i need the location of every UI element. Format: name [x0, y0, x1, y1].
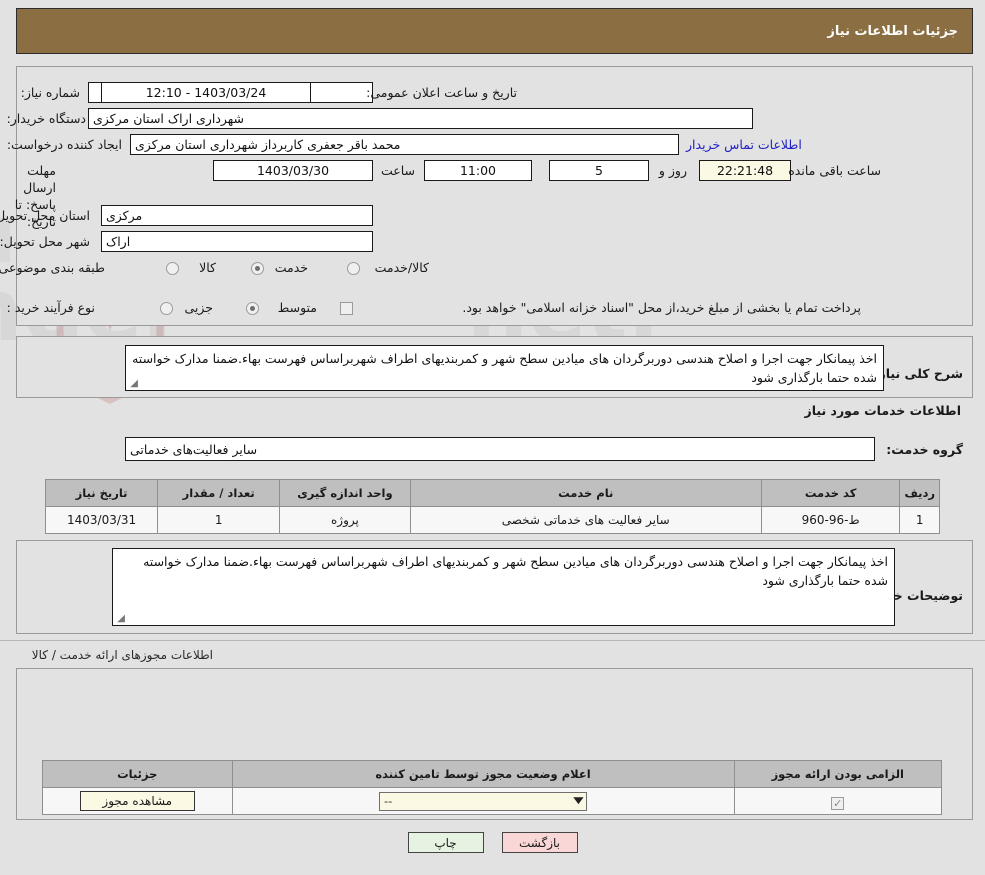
radio-process-jozei[interactable]: [160, 302, 173, 315]
radio-process-jozei-label: جزیی: [184, 300, 213, 315]
radio-category-kala-khedmat[interactable]: [347, 262, 360, 275]
radio-category-khedmat[interactable]: [251, 262, 264, 275]
remaining-clock-label: ساعت باقی مانده: [788, 163, 881, 178]
need-number-label: شماره نیاز:: [20, 85, 80, 100]
section-divider: [0, 640, 985, 641]
cell-service-code: ط-96-960: [760, 506, 901, 534]
cell-unit: پروژه: [279, 506, 411, 534]
deadline-time-label: ساعت: [380, 163, 415, 178]
col-license-status: اعلام وضعیت مجوز توسط تامین کننده: [231, 760, 735, 788]
announce-datetime-label: تاریخ و ساعت اعلان عمومی:: [366, 85, 517, 100]
col-row: ردیف: [899, 479, 940, 507]
cell-license-details: مشاهده مجوز: [42, 787, 233, 815]
province-label: استان محل تحویل:: [0, 208, 90, 223]
tender-details-page: AriaTender .net AriaTender.net جزئیات اط…: [0, 0, 985, 875]
process-label: نوع فرآیند خرید :: [6, 300, 95, 315]
table-row: 1 ط-96-960 سایر فعالیت های خدماتی شخصی پ…: [44, 506, 940, 534]
col-license-details: جزئیات: [42, 760, 233, 788]
city-field: اراک: [101, 231, 373, 252]
col-quantity: تعداد / مقدار: [157, 479, 281, 507]
col-service-name: نام خدمت: [409, 479, 762, 507]
footer-button-bar: بازگشت چاپ: [0, 832, 985, 853]
cell-quantity: 1: [157, 506, 281, 534]
remaining-days-label: روز و: [658, 163, 687, 178]
radio-category-kala-label: کالا: [199, 260, 216, 275]
resize-grip-icon[interactable]: ◢: [115, 614, 125, 624]
category-label: طبقه بندی موضوعی:: [0, 260, 105, 275]
radio-process-motevaset-label: متوسط: [277, 300, 317, 315]
page-title: جزئیات اطلاعات نیاز: [827, 23, 958, 39]
deadline-time-field: 11:00: [424, 160, 532, 181]
col-license-required: الزامی بودن ارائه مجوز: [733, 760, 943, 788]
need-description-label: شرح کلی نیاز:: [873, 366, 963, 381]
services-section-title: اطلاعات خدمات مورد نیاز: [804, 403, 962, 418]
buyer-org-field: شهرداری اراک استان مرکزی: [88, 108, 753, 129]
back-button[interactable]: بازگشت: [501, 832, 578, 853]
announce-datetime-field: 1403/03/24 - 12:10: [101, 82, 311, 103]
licenses-section-title: اطلاعات مجوزهای ارائه خدمت / کالا: [31, 648, 213, 662]
treasury-checkbox-label: پرداخت تمام یا بخشی از مبلغ خرید،از محل …: [462, 300, 861, 315]
remaining-clock-field: 22:21:48: [699, 160, 791, 181]
need-description-text: اخذ پیمانکار جهت اجرا و اصلاح هندسی دورب…: [132, 351, 877, 386]
remaining-days-field: 5: [549, 160, 649, 181]
treasury-checkbox[interactable]: [340, 302, 353, 315]
buyer-notes-textarea[interactable]: اخذ پیمانکار جهت اجرا و اصلاح هندسی دورب…: [112, 548, 895, 626]
city-label: شهر محل تحویل:: [0, 234, 90, 249]
col-unit: واحد اندازه گیری: [279, 479, 411, 507]
deadline-date-field: 1403/03/30: [213, 160, 373, 181]
license-required-checkbox: ✓: [831, 797, 845, 810]
radio-category-kala[interactable]: [166, 262, 179, 275]
col-need-date: تاریخ نیاز: [44, 479, 159, 507]
province-field: مرکزی: [101, 205, 373, 226]
radio-process-motevaset[interactable]: [246, 302, 259, 315]
buyer-notes-text: اخذ پیمانکار جهت اجرا و اصلاح هندسی دورب…: [143, 554, 888, 589]
licenses-table-header-row: الزامی بودن ارائه مجوز اعلام وضعیت مجوز …: [42, 760, 943, 788]
radio-category-kala-khedmat-label: کالا/خدمت: [374, 260, 429, 275]
services-table-header-row: ردیف کد خدمت نام خدمت واحد اندازه گیری ت…: [44, 479, 940, 507]
view-license-button[interactable]: مشاهده مجوز: [79, 791, 195, 811]
buyer-contact-link[interactable]: اطلاعات تماس خریدار: [686, 137, 802, 152]
print-button[interactable]: چاپ: [407, 832, 484, 853]
cell-row: 1: [899, 506, 940, 534]
license-status-select[interactable]: ▼ --: [379, 791, 588, 811]
services-table: ردیف کد خدمت نام خدمت واحد اندازه گیری ت…: [44, 479, 940, 534]
resize-grip-icon[interactable]: ◢: [128, 379, 138, 389]
radio-category-khedmat-label: خدمت: [274, 260, 308, 275]
cell-need-date: 1403/03/31: [44, 506, 159, 534]
cell-license-status: ▼ --: [231, 787, 735, 815]
summary-panel: [16, 66, 973, 326]
page-header-bar: جزئیات اطلاعات نیاز: [16, 8, 973, 54]
cell-license-required: ✓: [733, 787, 943, 815]
need-description-textarea[interactable]: اخذ پیمانکار جهت اجرا و اصلاح هندسی دورب…: [125, 345, 884, 391]
license-status-value: --: [384, 794, 393, 808]
service-group-field: سایر فعالیت‌های خدماتی: [125, 437, 875, 461]
chevron-down-icon: ▼: [573, 796, 584, 806]
cell-service-name: سایر فعالیت های خدماتی شخصی: [409, 506, 762, 534]
table-row: ✓ ▼ -- مشاهده مجوز: [42, 787, 943, 815]
col-service-code: کد خدمت: [760, 479, 901, 507]
requester-label: ایجاد کننده درخواست:: [6, 137, 122, 152]
service-group-label: گروه خدمت:: [886, 442, 963, 457]
licenses-table: الزامی بودن ارائه مجوز اعلام وضعیت مجوز …: [42, 760, 943, 815]
requester-field: محمد باقر جعفری کاربرداز شهرداری استان م…: [130, 134, 679, 155]
